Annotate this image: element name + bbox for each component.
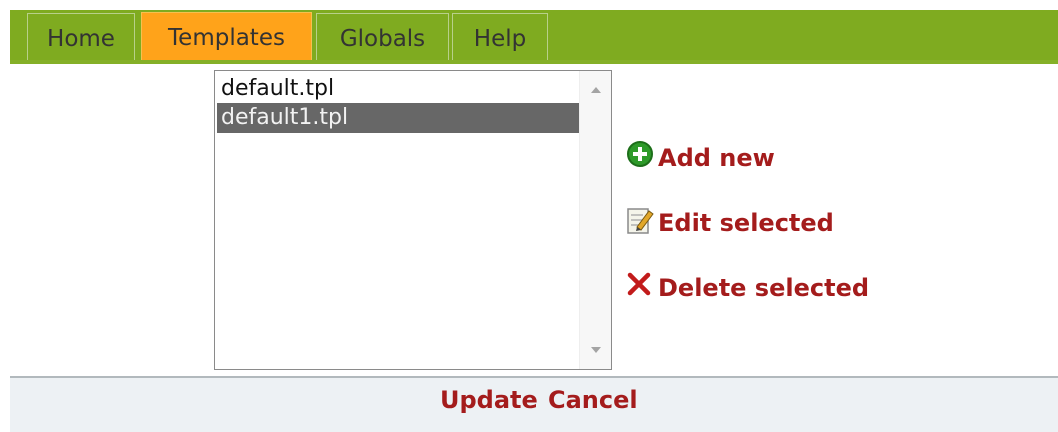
- template-listbox[interactable]: default.tpl default1.tpl: [214, 70, 612, 370]
- nav-bar-underline: [10, 60, 1058, 64]
- listbox-scrollbar[interactable]: [579, 71, 611, 369]
- footer-bar: Update Cancel: [10, 376, 1058, 432]
- tab-templates[interactable]: Templates: [141, 12, 312, 60]
- update-link[interactable]: Update: [440, 386, 538, 414]
- tab-help[interactable]: Help: [452, 13, 548, 60]
- template-list-item[interactable]: default.tpl: [217, 74, 579, 104]
- scroll-up-arrow-icon[interactable]: [591, 87, 601, 93]
- tab-globals[interactable]: Globals: [316, 13, 449, 60]
- tab-home[interactable]: Home: [27, 13, 135, 60]
- plus-circle-icon: [627, 141, 653, 167]
- tab-globals-label: Globals: [339, 26, 426, 52]
- tab-templates-label: Templates: [168, 25, 285, 51]
- cancel-link[interactable]: Cancel: [548, 386, 638, 414]
- add-new-label: Add new: [658, 144, 775, 172]
- edit-selected-label: Edit selected: [658, 209, 834, 237]
- tab-help-label: Help: [473, 26, 527, 52]
- delete-selected-label: Delete selected: [658, 274, 870, 302]
- template-list-item-selected[interactable]: default1.tpl: [217, 103, 579, 133]
- nav-bar: Home Templates Globals Help: [10, 10, 1058, 60]
- tab-home-label: Home: [47, 26, 115, 52]
- scroll-down-arrow-icon[interactable]: [591, 347, 601, 353]
- x-icon: [627, 272, 651, 296]
- pencil-note-icon: [627, 208, 654, 234]
